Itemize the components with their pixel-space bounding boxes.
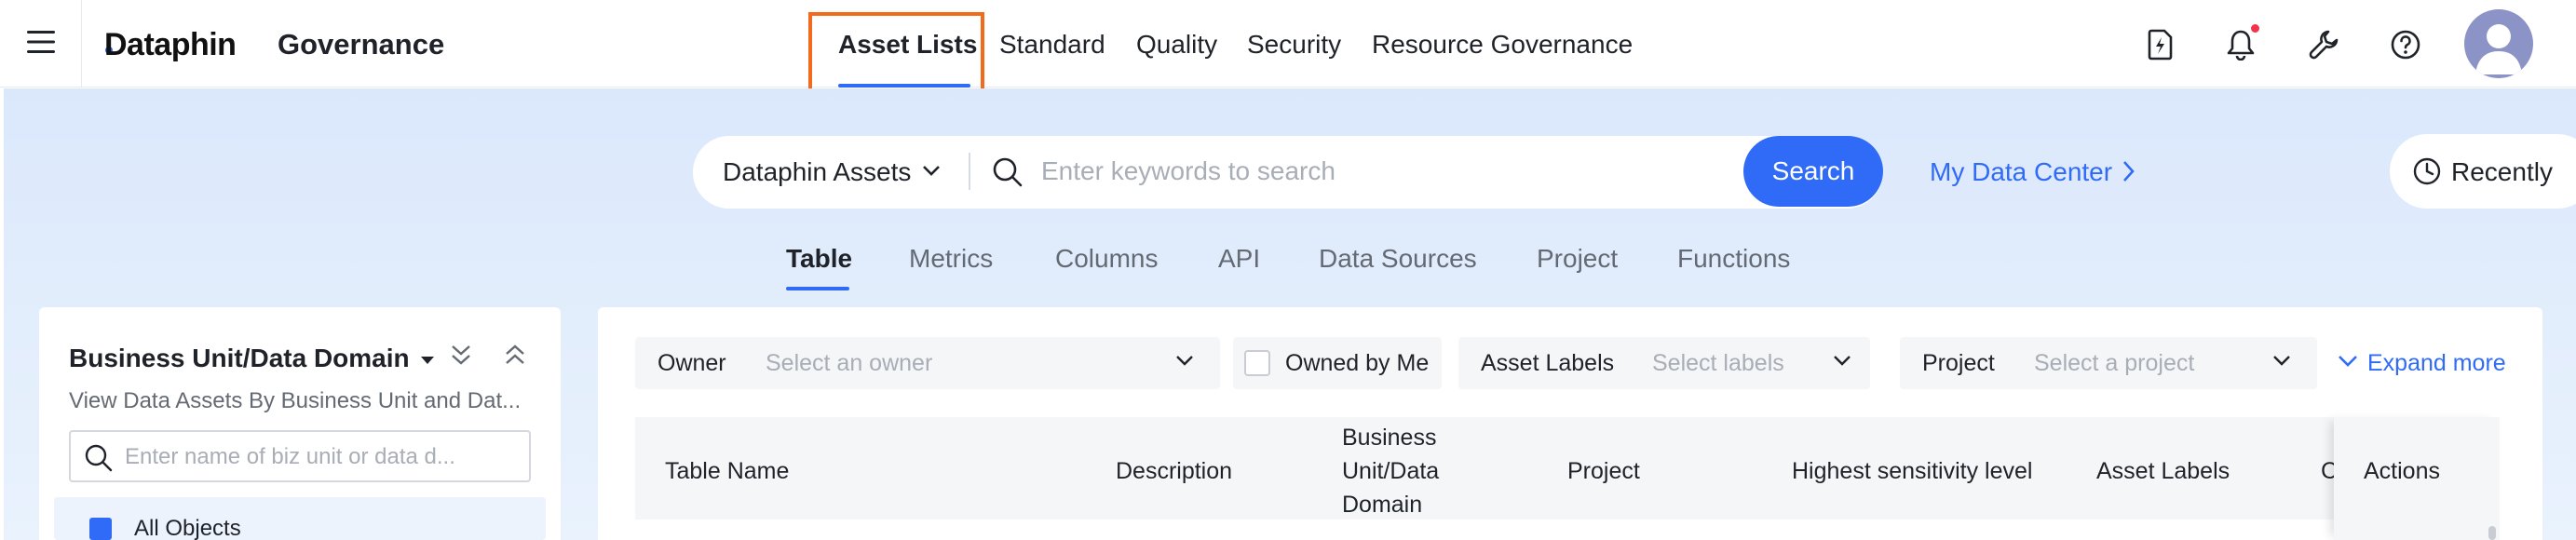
scrollbar[interactable]	[2488, 526, 2496, 540]
owner-filter-placeholder[interactable]: Select an owner	[766, 346, 932, 380]
lightning-file-icon[interactable]	[2138, 23, 2181, 66]
nav-standard[interactable]: Standard	[999, 26, 1105, 63]
chevron-down-icon[interactable]	[1175, 354, 1194, 371]
clock-icon	[2412, 156, 2442, 191]
search-button[interactable]: Search	[1743, 136, 1883, 207]
expand-chevron-icon[interactable]	[2338, 354, 2358, 371]
my-data-center-link[interactable]: My Data Center	[1930, 153, 2112, 192]
biz-unit-search-input[interactable]	[125, 441, 516, 473]
nav-resource-governance[interactable]: Resource Governance	[1372, 26, 1633, 63]
menu-button[interactable]	[0, 0, 82, 88]
search-icon	[84, 443, 114, 478]
owner-filter-label: Owner	[658, 350, 726, 376]
column-header-project[interactable]: Project	[1567, 454, 1640, 488]
owned-by-me-checkbox[interactable]	[1244, 350, 1270, 376]
tab-data-sources[interactable]: Data Sources	[1319, 240, 1477, 277]
chevron-down-icon[interactable]	[2272, 354, 2291, 371]
asset-labels-filter-placeholder[interactable]: Select labels	[1652, 346, 1784, 380]
nav-security[interactable]: Security	[1247, 26, 1341, 63]
collapse-all-icon[interactable]	[449, 343, 473, 373]
wrench-icon[interactable]	[2302, 23, 2345, 66]
search-divider	[969, 153, 970, 190]
search-input[interactable]	[1041, 151, 1730, 192]
folder-icon	[89, 518, 112, 540]
column-header-asset-labels[interactable]: Asset Labels	[2096, 454, 2230, 488]
product-name: Governance	[278, 28, 445, 61]
search-scope-select[interactable]: Dataphin Assets	[723, 153, 911, 192]
expand-all-icon[interactable]	[503, 343, 527, 373]
tab-functions[interactable]: Functions	[1677, 240, 1790, 277]
column-header-table-name[interactable]: Table Name	[665, 454, 789, 488]
asset-labels-filter-label: Asset Labels	[1481, 350, 1615, 376]
chevron-down-icon[interactable]	[922, 164, 941, 182]
tree-item-all-objects[interactable]	[54, 497, 546, 540]
help-icon[interactable]	[2384, 23, 2427, 66]
recently-label[interactable]: Recently	[2451, 153, 2553, 192]
tab-table[interactable]: Table	[786, 240, 852, 277]
nav-quality[interactable]: Quality	[1136, 26, 1217, 63]
search-icon	[991, 155, 1024, 194]
caret-down-icon[interactable]	[419, 354, 436, 371]
tab-columns[interactable]: Columns	[1055, 240, 1158, 277]
expand-more-link[interactable]: Expand more	[2367, 346, 2506, 380]
nav-active-indicator	[838, 84, 970, 88]
column-header-business-unit[interactable]: Business Unit/Data Domain	[1342, 421, 1454, 521]
notification-dot	[2249, 22, 2261, 34]
column-header-actions: Actions	[2364, 458, 2440, 484]
brand-logo[interactable]: Dataphin	[104, 26, 237, 63]
tab-project[interactable]: Project	[1537, 240, 1618, 277]
panel-subtitle: View Data Assets By Business Unit and Da…	[69, 388, 522, 413]
user-avatar[interactable]	[2464, 9, 2533, 78]
hamburger-menu-icon	[26, 30, 55, 59]
tab-active-indicator	[786, 287, 849, 290]
project-filter-label: Project	[1922, 350, 1995, 376]
column-header-description[interactable]: Description	[1116, 454, 1232, 488]
chevron-right-icon[interactable]	[2122, 160, 2135, 187]
tab-api[interactable]: API	[1218, 240, 1260, 277]
tab-metrics[interactable]: Metrics	[909, 240, 993, 277]
column-header-sensitivity[interactable]: Highest sensitivity level	[1792, 454, 2032, 488]
tree-item-label[interactable]: All Objects	[134, 514, 241, 540]
chevron-down-icon[interactable]	[1833, 354, 1851, 371]
panel-title[interactable]: Business Unit/Data Domain	[69, 341, 410, 376]
nav-asset-lists[interactable]: Asset Lists	[838, 26, 977, 63]
owned-by-me-label[interactable]: Owned by Me	[1285, 346, 1429, 380]
project-filter-placeholder[interactable]: Select a project	[2034, 346, 2194, 380]
